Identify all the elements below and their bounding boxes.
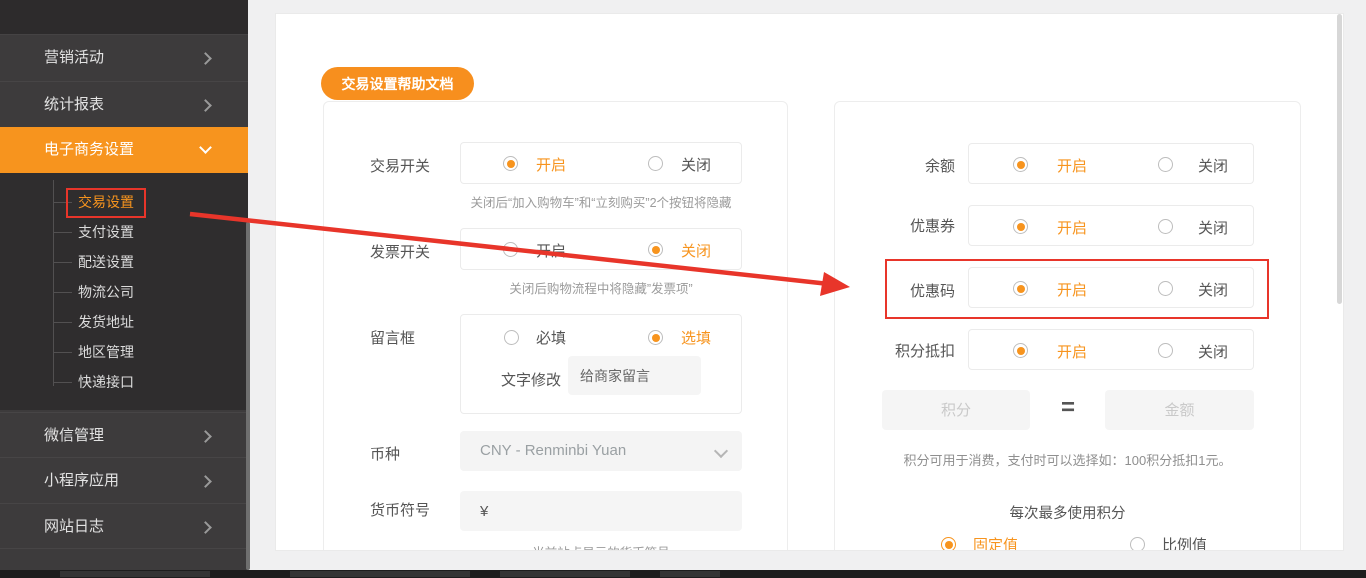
submenu-item-delivery-settings[interactable]: 配送设置 bbox=[78, 247, 134, 277]
sidebar: 营销活动 统计报表 电子商务设置 交易设置 支付设置 配送设置 物流公司 发货地… bbox=[0, 0, 250, 570]
chevron-down-icon bbox=[199, 141, 212, 154]
sidebar-item-label: 电子商务设置 bbox=[44, 141, 135, 158]
points-on-radio[interactable] bbox=[1013, 343, 1028, 358]
balance-off-radio[interactable] bbox=[1158, 157, 1173, 172]
sidebar-item-label: 营销活动 bbox=[44, 49, 105, 66]
submenu-item-shipping-address[interactable]: 发货地址 bbox=[78, 307, 134, 337]
sidebar-item-reports[interactable]: 统计报表 bbox=[0, 81, 248, 127]
main-panel: 交易设置帮助文档 交易开关 开启 关闭 关闭后“加入购物车”和“立刻购买”2个按… bbox=[275, 13, 1344, 551]
sidebar-item-miniprogram[interactable]: 小程序应用 bbox=[0, 457, 248, 503]
coupon-code-label: 优惠码 bbox=[909, 283, 955, 300]
sidebar-item-label: 网站日志 bbox=[44, 518, 105, 535]
points-off-label[interactable]: 关闭 bbox=[1198, 341, 1228, 362]
text-modify-label: 文字修改 bbox=[501, 372, 562, 389]
sidebar-item-wechat[interactable]: 微信管理 bbox=[0, 412, 248, 457]
trade-switch-note: 关闭后“加入购物车”和“立刻购买”2个按钮将隐藏 bbox=[470, 196, 732, 210]
coupon-code-on-label[interactable]: 开启 bbox=[1057, 279, 1087, 300]
coupon-group: 开启 关闭 bbox=[968, 205, 1254, 246]
chevron-right-icon bbox=[199, 521, 212, 534]
ratio-value-label[interactable]: 比例值 bbox=[1162, 534, 1207, 550]
sidebar-item-ecommerce-settings[interactable]: 电子商务设置 bbox=[0, 127, 248, 173]
trade-switch-label: 交易开关 bbox=[370, 158, 431, 175]
coupon-code-off-label[interactable]: 关闭 bbox=[1198, 279, 1228, 300]
trade-switch-group: 开启 关闭 bbox=[460, 142, 742, 184]
currency-symbol-label: 货币符号 bbox=[370, 502, 431, 519]
message-required-label[interactable]: 必填 bbox=[536, 327, 566, 348]
balance-on-label[interactable]: 开启 bbox=[1057, 155, 1087, 176]
invoice-off-label[interactable]: 关闭 bbox=[681, 240, 711, 261]
trade-off-radio[interactable] bbox=[648, 156, 663, 171]
message-box-group: 必填 选填 文字修改 bbox=[460, 314, 742, 414]
sidebar-item-marketing[interactable]: 营销活动 bbox=[0, 35, 248, 81]
balance-off-label[interactable]: 关闭 bbox=[1198, 155, 1228, 176]
coupon-off-radio[interactable] bbox=[1158, 219, 1173, 234]
ratio-value-radio[interactable] bbox=[1130, 537, 1145, 550]
equals-sign: = bbox=[1060, 394, 1075, 421]
coupon-code-off-radio[interactable] bbox=[1158, 281, 1173, 296]
invoice-switch-label: 发票开关 bbox=[370, 244, 431, 261]
trade-on-radio[interactable] bbox=[503, 156, 518, 171]
chevron-right-icon bbox=[199, 430, 212, 443]
coupon-code-on-radio[interactable] bbox=[1013, 281, 1028, 296]
currency-symbol-input[interactable] bbox=[460, 491, 742, 531]
message-optional-radio[interactable] bbox=[648, 330, 663, 345]
points-deduct-group: 开启 关闭 bbox=[968, 329, 1254, 370]
ecommerce-submenu: 交易设置 支付设置 配送设置 物流公司 发货地址 地区管理 快递接口 bbox=[0, 173, 248, 410]
submenu-item-express-interface[interactable]: 快递接口 bbox=[78, 367, 134, 397]
invoice-switch-note: 关闭后购物流程中将隐藏”发票项” bbox=[509, 282, 693, 296]
submenu-item-payment-settings[interactable]: 支付设置 bbox=[78, 217, 134, 247]
currency-select-value: CNY - Renminbi Yuan bbox=[480, 442, 627, 459]
coupon-code-group: 开启 关闭 bbox=[968, 267, 1254, 308]
message-required-radio[interactable] bbox=[504, 330, 519, 345]
balance-group: 开启 关闭 bbox=[968, 143, 1254, 184]
chevron-down-icon bbox=[713, 443, 729, 459]
chevron-right-icon bbox=[199, 52, 212, 65]
message-optional-label[interactable]: 选填 bbox=[681, 327, 711, 348]
points-deduct-label: 积分抵扣 bbox=[894, 343, 955, 360]
message-box-label: 留言框 bbox=[370, 330, 416, 347]
chevron-right-icon bbox=[199, 475, 212, 488]
submenu-item-logistics-company[interactable]: 物流公司 bbox=[78, 277, 134, 307]
submenu-item-trade-settings[interactable]: 交易设置 bbox=[78, 187, 134, 217]
trade-off-label[interactable]: 关闭 bbox=[681, 154, 711, 175]
invoice-switch-group: 开启 关闭 bbox=[460, 228, 742, 270]
sidebar-filler-row bbox=[0, 548, 248, 570]
discount-settings-card: 余额 开启 关闭 优惠券 开启 关闭 优惠码 开启 关闭 积分抵扣 开启 关闭 bbox=[834, 101, 1301, 550]
fixed-value-radio[interactable] bbox=[941, 537, 956, 550]
currency-symbol-note: 当前站点显示的货币符号 bbox=[451, 542, 751, 550]
max-points-label: 每次最多使用积分 bbox=[1009, 506, 1126, 522]
trade-on-label[interactable]: 开启 bbox=[536, 154, 566, 175]
points-note: 积分可用于消费，支付时可以选择如：100积分抵扣1元。 bbox=[903, 453, 1232, 468]
page-scrollbar-thumb[interactable] bbox=[1337, 14, 1342, 304]
trade-settings-card: 交易开关 开启 关闭 关闭后“加入购物车”和“立刻购买”2个按钮将隐藏 发票开关… bbox=[323, 101, 788, 550]
tree-line bbox=[53, 180, 54, 386]
points-input[interactable] bbox=[882, 390, 1030, 430]
sidebar-header bbox=[0, 0, 248, 35]
sidebar-item-label: 统计报表 bbox=[44, 96, 105, 113]
sidebar-item-label: 小程序应用 bbox=[44, 472, 120, 489]
help-doc-button[interactable]: 交易设置帮助文档 bbox=[321, 67, 474, 100]
coupon-on-radio[interactable] bbox=[1013, 219, 1028, 234]
balance-label: 余额 bbox=[924, 158, 955, 175]
coupon-on-label[interactable]: 开启 bbox=[1057, 217, 1087, 238]
sidebar-item-site-logs[interactable]: 网站日志 bbox=[0, 503, 248, 548]
chevron-right-icon bbox=[199, 99, 212, 112]
points-on-label[interactable]: 开启 bbox=[1057, 341, 1087, 362]
fixed-value-label[interactable]: 固定值 bbox=[973, 534, 1018, 550]
taskbar-strip bbox=[0, 570, 1366, 578]
invoice-off-radio[interactable] bbox=[648, 242, 663, 257]
coupon-label: 优惠券 bbox=[909, 218, 955, 235]
currency-select[interactable]: CNY - Renminbi Yuan bbox=[460, 431, 742, 471]
invoice-on-label[interactable]: 开启 bbox=[536, 240, 566, 261]
message-text-input[interactable] bbox=[568, 356, 701, 395]
submenu-item-region-management[interactable]: 地区管理 bbox=[78, 337, 134, 367]
points-off-radio[interactable] bbox=[1158, 343, 1173, 358]
sidebar-item-label: 微信管理 bbox=[44, 427, 105, 444]
coupon-off-label[interactable]: 关闭 bbox=[1198, 217, 1228, 238]
amount-input[interactable] bbox=[1105, 390, 1254, 430]
currency-label: 币种 bbox=[370, 446, 401, 463]
invoice-on-radio[interactable] bbox=[503, 242, 518, 257]
sidebar-scrollbar-thumb[interactable] bbox=[246, 222, 250, 570]
balance-on-radio[interactable] bbox=[1013, 157, 1028, 172]
